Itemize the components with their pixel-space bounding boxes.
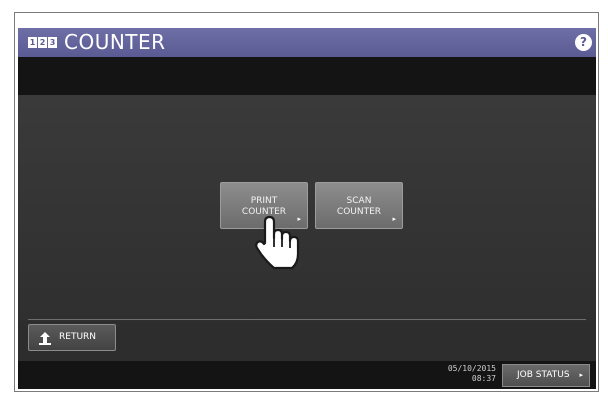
return-label: RETURN [59,332,97,342]
pointing-hand-icon [255,215,300,270]
time-text: 08:37 [471,374,496,383]
datetime: 05/10/2015 08:37 [416,364,496,384]
scan-counter-label: SCAN COUNTER [336,196,382,217]
page-title: COUNTER [64,30,166,54]
message-strip [18,57,596,95]
status-footer: 05/10/2015 08:37 JOB STATUS ▸ [18,361,596,389]
counter-icon-digit: 2 [38,37,47,48]
counter-icon: 1 2 3 [28,37,57,48]
return-icon [39,332,51,345]
counter-icon-digit: 3 [48,37,57,48]
touch-panel-screen: 1 2 3 COUNTER ? PRINT COUNTER ▸ SCAN COU… [18,28,596,389]
job-status-button[interactable]: JOB STATUS ▸ [502,364,590,387]
scan-counter-button[interactable]: SCAN COUNTER ▸ [315,182,403,229]
divider [28,319,586,320]
arrow-right-icon: ▸ [579,371,583,379]
help-icon[interactable]: ? [575,34,592,51]
counter-icon-digit: 1 [28,37,37,48]
job-status-label: JOB STATUS [517,370,570,380]
date-text: 05/10/2015 [447,364,496,373]
arrow-right-icon: ▸ [392,215,396,223]
title-bar: 1 2 3 COUNTER ? [18,28,596,57]
return-button[interactable]: RETURN [28,324,116,351]
